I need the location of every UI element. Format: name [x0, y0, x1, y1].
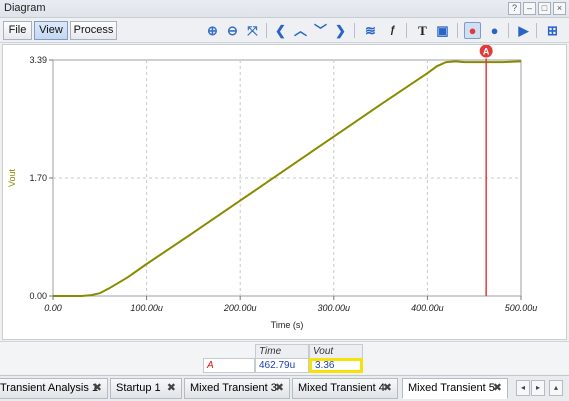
help-button[interactable]: ? — [508, 2, 521, 15]
zoom-out-icon[interactable]: ⊖ — [224, 22, 241, 39]
function-icon[interactable]: ƒ — [384, 22, 401, 39]
cursor-a-label: A — [483, 47, 490, 57]
arrow-down-icon[interactable]: ﹀ — [312, 22, 329, 39]
readout-vout-value[interactable]: 3.36 — [309, 358, 363, 373]
tab-mixed-transient-3[interactable]: Mixed Transient 3 ✖ — [184, 378, 290, 399]
minimize-button[interactable]: – — [523, 2, 536, 15]
tab-label: Mixed Transient 3 — [190, 382, 277, 394]
close-tab-icon[interactable]: ✖ — [167, 379, 176, 398]
y-axis-label: Vout — [7, 168, 17, 187]
tab-label: Mixed Transient 4 — [298, 382, 385, 394]
readout-header-time: Time — [255, 344, 309, 359]
maximize-button[interactable]: □ — [538, 2, 551, 15]
window-controls: ? – □ × — [508, 2, 566, 15]
y-tick-label: 0.00 — [29, 291, 47, 301]
close-tab-icon[interactable]: ✖ — [493, 379, 502, 398]
tab-label: Mixed Transient 5 — [408, 382, 495, 394]
arrow-left-icon[interactable]: ❮ — [272, 22, 289, 39]
add-icon[interactable]: ⊞ — [544, 22, 561, 39]
view-menu-tab[interactable]: View — [34, 21, 68, 40]
close-tab-icon[interactable]: ✖ — [383, 379, 392, 398]
toolbar-separator — [508, 23, 509, 38]
x-tick-label: 400.00u — [411, 303, 444, 313]
close-tab-icon[interactable]: ✖ — [93, 379, 102, 398]
x-axis-label: Time (s) — [271, 320, 304, 330]
toolbar-separator — [457, 23, 458, 38]
tabs-scroll-right-button[interactable]: ▸ — [531, 380, 545, 396]
run-icon[interactable]: ▶ — [515, 22, 532, 39]
readout-cursor-name: A — [203, 358, 255, 373]
process-menu-tab[interactable]: Process — [70, 21, 117, 40]
plot-panel: 0.00 100.00u 200.00u 300.00u 400.00u 500.00u 0… — [2, 44, 567, 340]
text-icon[interactable]: T — [414, 22, 431, 39]
cursor-a-icon[interactable]: ● — [464, 22, 481, 39]
document-tabs: Transient Analysis 1 ✖ Startup 1 ✖ Mixed… — [0, 375, 569, 401]
close-button[interactable]: × — [553, 2, 566, 15]
waveform-chart[interactable]: 0.00 100.00u 200.00u 300.00u 400.00u 500.00u 0… — [3, 45, 568, 341]
window-title: Diagram — [4, 2, 46, 14]
toolbar: File View Process ⊕ ⊖ ⤧ ❮ ︿ ﹀ ❯ ≋ ƒ T ▣ … — [0, 19, 569, 43]
toolbar-separator — [266, 23, 267, 38]
toolbar-separator — [354, 23, 355, 38]
file-menu-tab[interactable]: File — [3, 21, 32, 40]
tab-startup-1[interactable]: Startup 1 ✖ — [110, 378, 182, 399]
tab-label: Startup 1 — [116, 382, 161, 394]
tab-mixed-transient-4[interactable]: Mixed Transient 4 ✖ — [292, 378, 398, 399]
y-tick-label: 1.70 — [29, 173, 47, 183]
arrow-right-icon[interactable]: ❯ — [332, 22, 349, 39]
x-tick-label: 500.00u — [505, 303, 538, 313]
toolbar-separator — [406, 23, 407, 38]
tabs-scroll-left-button[interactable]: ◂ — [516, 380, 530, 396]
y-tick-label: 3.39 — [29, 55, 47, 65]
toolbar-separator — [536, 23, 537, 38]
readout-header-vout: Vout — [309, 344, 363, 359]
x-tick-label: 100.00u — [130, 303, 163, 313]
tab-transient-analysis-1[interactable]: Transient Analysis 1 ✖ — [0, 378, 108, 399]
x-tick-label: 300.00u — [318, 303, 351, 313]
zoom-fit-icon[interactable]: ⤧ — [244, 22, 261, 39]
x-tick-label: 200.00u — [223, 303, 257, 313]
cursor-readout: Time Vout A 462.79u 3.36 — [0, 341, 569, 374]
window-titlebar: Diagram ? – □ × — [0, 0, 569, 18]
cursor-b-icon[interactable]: ● — [486, 22, 503, 39]
comment-icon[interactable]: ▣ — [434, 22, 451, 39]
zoom-in-icon[interactable]: ⊕ — [204, 22, 221, 39]
tab-mixed-transient-5[interactable]: Mixed Transient 5 ✖ — [402, 378, 508, 399]
waveform-icon[interactable]: ≋ — [362, 22, 379, 39]
x-tick-label: 0.00 — [44, 303, 62, 313]
tabs-menu-button[interactable]: ▴ — [549, 380, 563, 396]
readout-time-value: 462.79u — [255, 358, 309, 373]
tab-label: Transient Analysis 1 — [0, 382, 99, 394]
arrow-up-icon[interactable]: ︿ — [292, 22, 309, 39]
close-tab-icon[interactable]: ✖ — [275, 379, 284, 398]
